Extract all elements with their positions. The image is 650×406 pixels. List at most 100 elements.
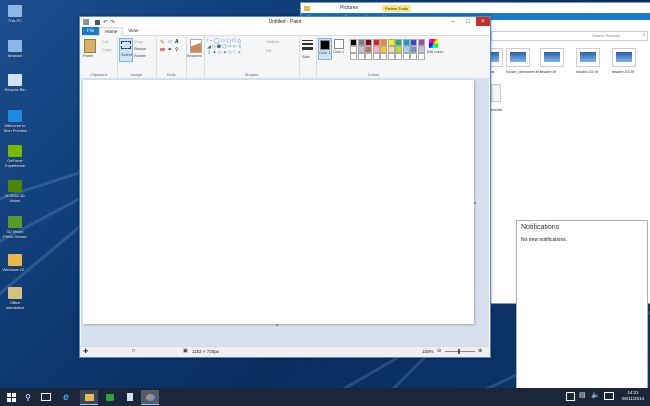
- desktop-icon[interactable]: Network: [2, 40, 28, 58]
- search-input[interactable]: Search Pictures: [592, 33, 620, 38]
- color-swatch[interactable]: [387, 46, 395, 53]
- copy-button[interactable]: Copy: [102, 47, 111, 52]
- magnifier-icon[interactable]: ⚲: [175, 47, 179, 53]
- color-swatch[interactable]: [357, 39, 365, 46]
- custom-color-swatch[interactable]: [372, 53, 380, 60]
- color-swatch[interactable]: [402, 46, 410, 53]
- pencil-icon[interactable]: ✎: [160, 39, 165, 46]
- tab-file[interactable]: File: [82, 27, 100, 35]
- desktop-icon[interactable]: GeForce Experience: [2, 145, 28, 168]
- file-label[interactable]: insider-02.tif: [576, 69, 598, 74]
- color-swatch[interactable]: [417, 46, 425, 53]
- custom-color-swatch[interactable]: [357, 53, 365, 60]
- color-swatch[interactable]: [380, 39, 387, 46]
- desktop-icon[interactable]: This PC: [2, 5, 28, 23]
- custom-color-swatch[interactable]: [387, 53, 395, 60]
- tab-view[interactable]: View: [123, 27, 143, 35]
- file-label[interactable]: Ecran_demarrer.bt f: [506, 69, 541, 74]
- brush-icon[interactable]: [190, 39, 202, 53]
- clock[interactable]: 14:21 06/11/2014: [618, 390, 648, 402]
- custom-color-swatch[interactable]: [365, 53, 372, 60]
- color-swatch[interactable]: [380, 46, 387, 53]
- drawing-canvas[interactable]: [83, 80, 474, 324]
- resize-button[interactable]: Resize: [134, 46, 146, 51]
- color2-button[interactable]: Color 2: [333, 38, 345, 58]
- shapes-gallery[interactable]: ∕∽◯▭▢⬠△ ◢◇⬟⬡⇨⇦⇧ ⇩✦☆✶□♡⚡: [207, 38, 259, 60]
- color-swatch[interactable]: [410, 46, 417, 53]
- taskbar-ie-button[interactable]: e: [57, 390, 75, 404]
- eraser-icon[interactable]: [160, 48, 165, 51]
- color-swatch[interactable]: [350, 39, 357, 46]
- cut-button[interactable]: Cut: [102, 39, 108, 44]
- brushes-button[interactable]: Brushes: [187, 53, 202, 58]
- file-label[interactable]: media: [491, 107, 502, 112]
- desktop-icon[interactable]: NVIDIA 3D Vision: [2, 180, 28, 203]
- file-label[interactable]: insider.tif: [540, 69, 556, 74]
- select-button[interactable]: Select: [119, 38, 133, 62]
- edit-colors-icon[interactable]: [429, 39, 438, 48]
- rotate-button[interactable]: Rotate: [134, 53, 146, 58]
- minimize-button[interactable]: –: [446, 17, 460, 26]
- close-button[interactable]: ×: [476, 17, 490, 26]
- color-swatch[interactable]: [350, 46, 357, 53]
- color-swatch[interactable]: [365, 46, 372, 53]
- color-swatch[interactable]: [395, 46, 402, 53]
- size-icon[interactable]: [302, 40, 313, 50]
- color-swatch[interactable]: [402, 39, 410, 46]
- desktop-icon[interactable]: 3D Vision Photo Viewer: [2, 216, 28, 239]
- picture-tools-tab[interactable]: Picture Tools: [382, 4, 411, 12]
- color-swatch[interactable]: [410, 39, 417, 46]
- color1-button[interactable]: Color 1: [318, 38, 332, 60]
- network-icon[interactable]: ▤: [579, 391, 586, 399]
- file-thumbnail[interactable]: [491, 84, 501, 102]
- color-swatch[interactable]: [372, 39, 380, 46]
- file-thumbnail[interactable]: [576, 48, 600, 67]
- custom-color-swatch[interactable]: [417, 53, 425, 60]
- fill-button[interactable]: Fill: [266, 48, 271, 53]
- color-picker-icon[interactable]: ✒: [168, 47, 172, 53]
- paste-button[interactable]: Paste: [83, 53, 93, 58]
- tab-home[interactable]: Home: [99, 26, 124, 36]
- canvas-resize-handle[interactable]: [276, 324, 278, 326]
- color-swatch[interactable]: [365, 39, 372, 46]
- volume-icon[interactable]: 🔈: [591, 391, 600, 399]
- start-button[interactable]: [2, 390, 20, 404]
- maximize-button[interactable]: □: [461, 17, 475, 26]
- canvas-resize-handle[interactable]: [474, 202, 476, 204]
- taskbar-explorer-button[interactable]: [80, 390, 98, 405]
- search-button[interactable]: ⚲: [19, 390, 37, 404]
- taskbar-store-button[interactable]: [101, 390, 119, 404]
- desktop-icon[interactable]: Windows 10...: [2, 254, 28, 272]
- file-label[interactable]: insider-03.tif: [612, 69, 634, 74]
- desktop-icon[interactable]: Office Interactive: [2, 287, 28, 310]
- text-icon[interactable]: A: [175, 39, 179, 45]
- color-swatch[interactable]: [417, 39, 425, 46]
- edit-colors-button[interactable]: Edit colors: [427, 50, 443, 54]
- task-view-button[interactable]: [37, 390, 55, 404]
- lightning-shape-icon[interactable]: ⚡: [238, 50, 243, 56]
- custom-color-swatch[interactable]: [380, 53, 387, 60]
- zoom-in-button[interactable]: ⊕: [478, 348, 482, 354]
- crop-button[interactable]: Crop: [134, 39, 143, 44]
- desktop-icon[interactable]: Recycle Bin: [2, 74, 28, 92]
- paste-icon[interactable]: [84, 39, 96, 53]
- size-button[interactable]: Size: [302, 54, 310, 59]
- taskbar-recycle-button[interactable]: [121, 390, 139, 404]
- desktop-icon[interactable]: Welcome to Tech Preview: [2, 110, 28, 133]
- zoom-slider-thumb[interactable]: [458, 349, 460, 354]
- fill-icon[interactable]: ▱: [168, 39, 172, 45]
- taskbar-paint-button[interactable]: [141, 390, 159, 405]
- paint-window[interactable]: ↶ ↷ Untitled - Paint – □ × File Home Vie…: [79, 16, 491, 358]
- file-thumbnail[interactable]: [506, 48, 530, 67]
- action-center-icon[interactable]: [566, 392, 575, 401]
- zoom-out-button[interactable]: ⊝: [437, 348, 441, 354]
- keyboard-icon[interactable]: [604, 392, 614, 400]
- outline-button[interactable]: Outline: [266, 39, 279, 44]
- custom-color-swatch[interactable]: [350, 53, 357, 60]
- color-swatch[interactable]: [387, 39, 395, 46]
- color-swatch[interactable]: [372, 46, 380, 53]
- color-swatch[interactable]: [395, 39, 402, 46]
- zoom-slider[interactable]: [445, 349, 475, 354]
- custom-color-swatch[interactable]: [402, 53, 410, 60]
- custom-color-swatch[interactable]: [395, 53, 402, 60]
